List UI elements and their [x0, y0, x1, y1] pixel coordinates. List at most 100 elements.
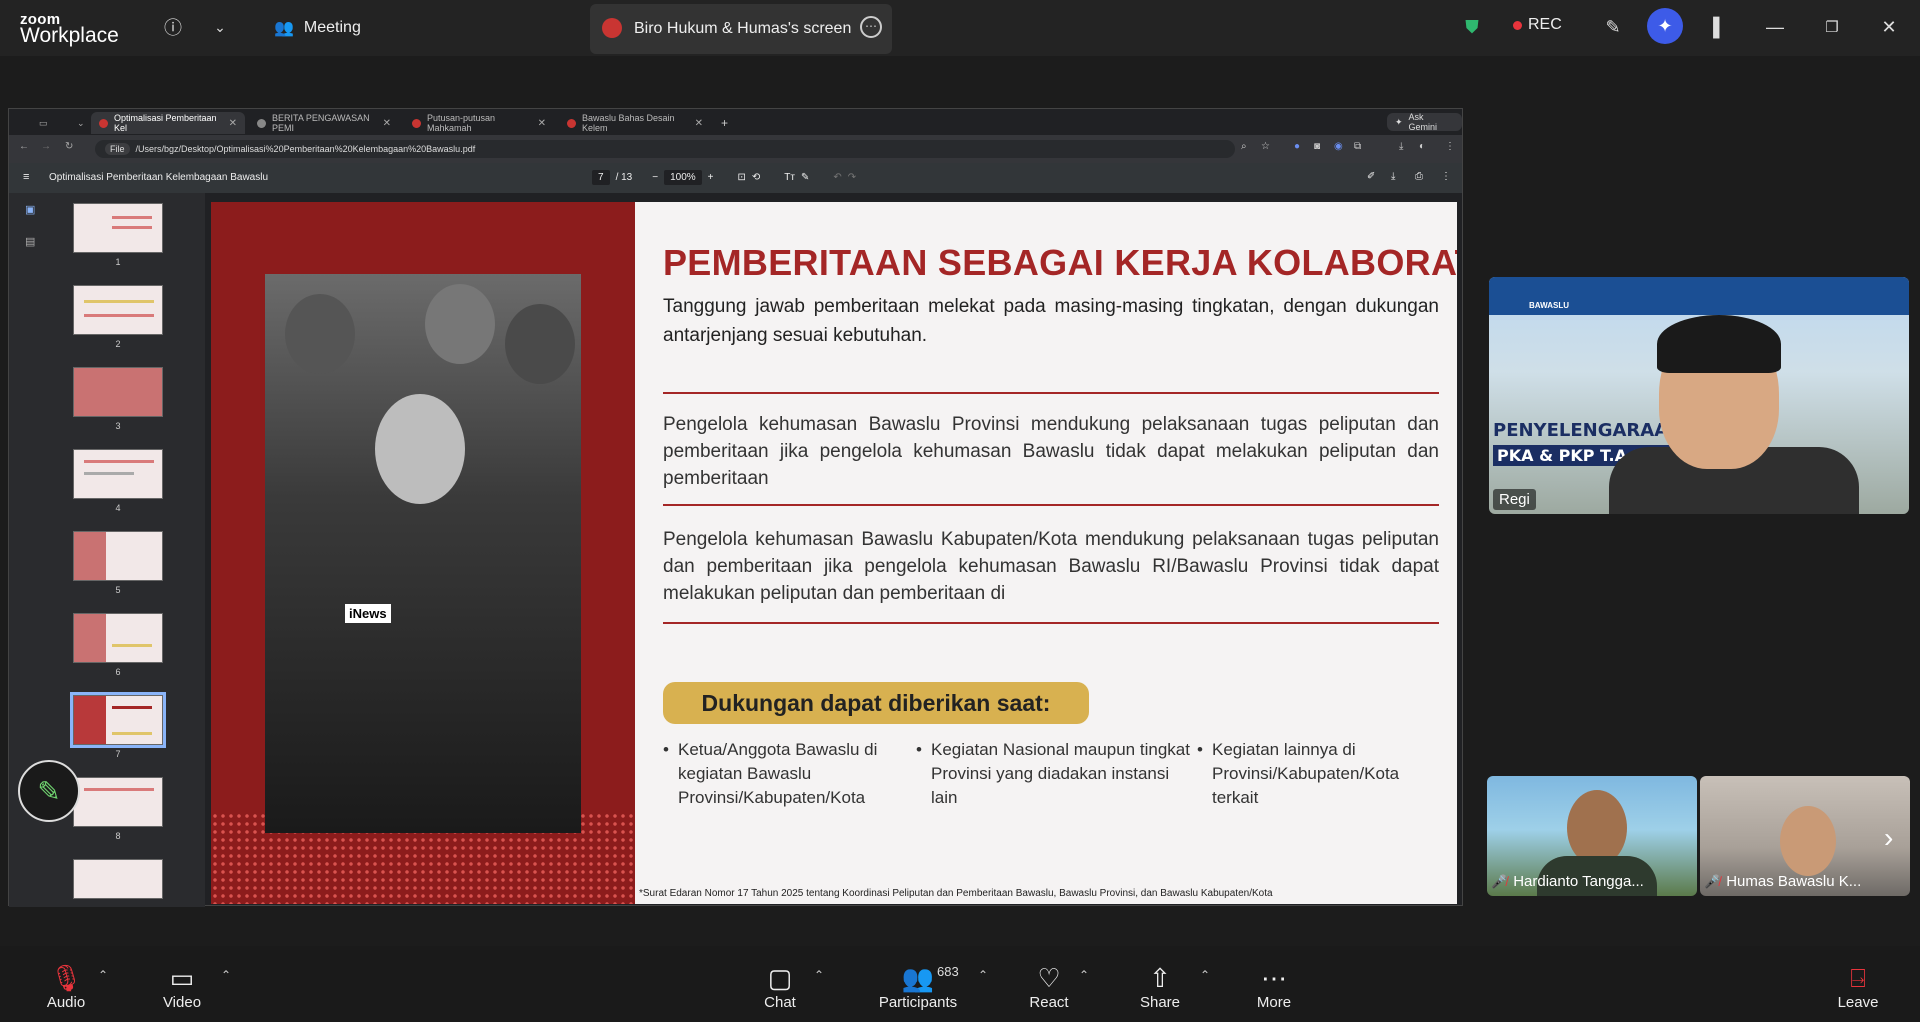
download-icon[interactable]: ⤓: [1399, 141, 1403, 152]
close-icon[interactable]: ✕: [1876, 14, 1902, 40]
thumbnail-number: 3: [115, 421, 121, 431]
annotate-icon[interactable]: ✎: [1600, 14, 1626, 40]
bookmark-star-icon[interactable]: ☆: [1261, 141, 1270, 152]
page-thumbnail-selected[interactable]: [70, 692, 166, 748]
page-thumbnail[interactable]: [73, 777, 163, 827]
browser-tab-1[interactable]: Optimalisasi Pemberitaan Kel ✕: [91, 112, 245, 134]
page-thumbnail[interactable]: [73, 859, 163, 899]
meeting-icon: 👥: [274, 20, 294, 37]
shared-screen-tab[interactable]: Biro Hukum & Humas's screen ⋯: [590, 4, 892, 54]
page-thumbnail[interactable]: [73, 367, 163, 417]
react-button[interactable]: ♡ React: [1027, 962, 1071, 1011]
page-thumbnail[interactable]: [73, 203, 163, 253]
layout-icon[interactable]: ▐: [1700, 14, 1726, 40]
react-options-caret[interactable]: ⌃: [1079, 968, 1089, 982]
page-number-input[interactable]: 7: [592, 170, 610, 185]
leave-button[interactable]: ⍈ Leave: [1833, 962, 1883, 1011]
meeting-menu[interactable]: 👥 Meeting: [274, 18, 361, 38]
pdf-download-icon[interactable]: ⤓: [1391, 171, 1395, 182]
paragraph-kabupaten: Pengelola kehumasan Bawaslu Kabupaten/Ko…: [663, 529, 1439, 604]
browser-menu-icon[interactable]: ⋮: [1445, 141, 1455, 152]
participants-count: 683: [937, 964, 959, 979]
ask-gemini-button[interactable]: ✦ Ask Gemini: [1387, 112, 1462, 132]
thumbnail-number: 4: [115, 503, 121, 513]
extension-icon[interactable]: ◉: [1334, 141, 1343, 152]
next-page-arrow-icon[interactable]: ›: [1884, 822, 1893, 854]
tab-close-icon[interactable]: ✕: [695, 118, 703, 129]
tab-list-icon[interactable]: ⌄: [69, 112, 85, 134]
annotate-icon[interactable]: ✐: [1367, 171, 1375, 182]
browser-tab-2[interactable]: BERITA PENGAWASAN PEMI ✕: [249, 112, 399, 134]
forward-icon[interactable]: →: [41, 141, 51, 152]
share-options-caret[interactable]: ⌃: [1200, 968, 1210, 982]
zoom-level-input[interactable]: 100%: [664, 170, 702, 185]
recording-indicator[interactable]: REC: [1513, 16, 1562, 34]
meeting-controls: 🎙 Audio ⌃ ▭ Video ⌃ ▢ Chat ⌃ 👥 Participa…: [0, 946, 1920, 1022]
browser-tab-4[interactable]: Bawaslu Bahas Desain Kelem ✕: [559, 112, 711, 134]
back-icon[interactable]: ←: [19, 141, 29, 152]
minimize-icon[interactable]: —: [1762, 14, 1788, 40]
reload-icon[interactable]: ↻: [65, 141, 73, 152]
url-field[interactable]: File/Users/bgz/Desktop/Optimalisasi%20Pe…: [95, 140, 1235, 158]
active-speaker-video[interactable]: BAWASLU PENYELENGARAAN PKA & PKP T.A 202…: [1489, 277, 1909, 514]
shield-icon[interactable]: ⛊: [1459, 14, 1485, 40]
fit-page-icon[interactable]: ⊡: [738, 172, 746, 183]
outline-view-icon[interactable]: ▤: [25, 235, 35, 248]
audio-button[interactable]: 🎙 Audio: [44, 962, 88, 1011]
video-button[interactable]: ▭ Video: [160, 962, 204, 1011]
chat-options-caret[interactable]: ⌃: [814, 968, 824, 982]
page-thumbnail[interactable]: [73, 449, 163, 499]
mic-muted-icon: 🎙: [49, 963, 83, 993]
tab-search-icon[interactable]: ▭: [31, 112, 55, 134]
draw-icon[interactable]: ✎: [801, 172, 809, 183]
slide-subtitle: Tanggung jawab pemberitaan melekat pada …: [663, 296, 1439, 346]
zoom-out-icon[interactable]: −: [652, 172, 658, 183]
address-bar-row: ← → ↻ File/Users/bgz/Desktop/Optimalisas…: [9, 135, 1462, 163]
pdf-menu-icon[interactable]: ≡: [23, 171, 29, 183]
browser-tab-3[interactable]: Putusan-putusan Mahkamah ✕: [404, 112, 554, 134]
zoom-logo: zoom Workplace: [20, 11, 119, 47]
more-options-icon[interactable]: ⋯: [860, 16, 882, 38]
profile-icon[interactable]: ◐: [1419, 141, 1425, 152]
participants-options-caret[interactable]: ⌃: [978, 968, 988, 982]
chat-button[interactable]: ▢ Chat: [758, 962, 802, 1011]
tab-close-icon[interactable]: ✕: [229, 118, 237, 129]
video-options-caret[interactable]: ⌃: [221, 968, 231, 982]
page-thumbnail[interactable]: [73, 613, 163, 663]
redo-icon[interactable]: ↷: [848, 172, 856, 183]
puzzle-icon[interactable]: ⧉: [1354, 141, 1361, 152]
tab-close-icon[interactable]: ✕: [383, 118, 391, 129]
restore-icon[interactable]: ❐: [1819, 14, 1845, 40]
sharer-avatar: [602, 18, 622, 38]
audio-options-caret[interactable]: ⌃: [98, 968, 108, 982]
info-icon[interactable]: ⓘ: [160, 14, 186, 40]
page-thumbnail[interactable]: [73, 531, 163, 581]
participant-tile[interactable]: 🎤̸ Humas Bawaslu K...: [1700, 776, 1910, 896]
annotation-pencil-button[interactable]: ✎: [18, 760, 80, 822]
more-button[interactable]: ⋯ More: [1252, 962, 1296, 1011]
thumbnail-number: 6: [115, 667, 121, 677]
ai-companion-icon[interactable]: ✦: [1647, 8, 1683, 44]
chevron-down-icon[interactable]: ⌄: [207, 14, 233, 40]
thumbnail-number: 7: [115, 749, 121, 759]
share-button[interactable]: ⇧ Share: [1138, 962, 1182, 1011]
extension-icon[interactable]: ●: [1294, 141, 1300, 152]
camera-icon[interactable]: ◙: [1314, 141, 1320, 152]
print-icon[interactable]: ⎙: [1415, 171, 1423, 182]
rotate-icon[interactable]: ⟲: [752, 172, 760, 183]
zoom-magnifier-icon[interactable]: ⌕: [1241, 141, 1247, 152]
thumbnails-view-icon[interactable]: ▣: [25, 203, 35, 216]
new-tab-icon[interactable]: +: [713, 112, 736, 134]
leave-door-icon: ⍈: [1850, 963, 1866, 993]
undo-icon[interactable]: ↶: [833, 172, 841, 183]
tab-close-icon[interactable]: ✕: [538, 118, 546, 129]
speaker-name: Regi: [1493, 489, 1536, 510]
zoom-in-icon[interactable]: +: [708, 172, 714, 183]
shared-screen-label: Biro Hukum & Humas's screen: [634, 20, 852, 37]
pdf-more-icon[interactable]: ⋮: [1441, 171, 1451, 182]
text-size-icon[interactable]: Tт: [784, 172, 795, 183]
thumbnail-number: 5: [115, 585, 121, 595]
rec-label: REC: [1528, 16, 1562, 33]
page-thumbnail[interactable]: [73, 285, 163, 335]
participant-tile[interactable]: 🎤̸ Hardianto Tangga...: [1487, 776, 1697, 896]
